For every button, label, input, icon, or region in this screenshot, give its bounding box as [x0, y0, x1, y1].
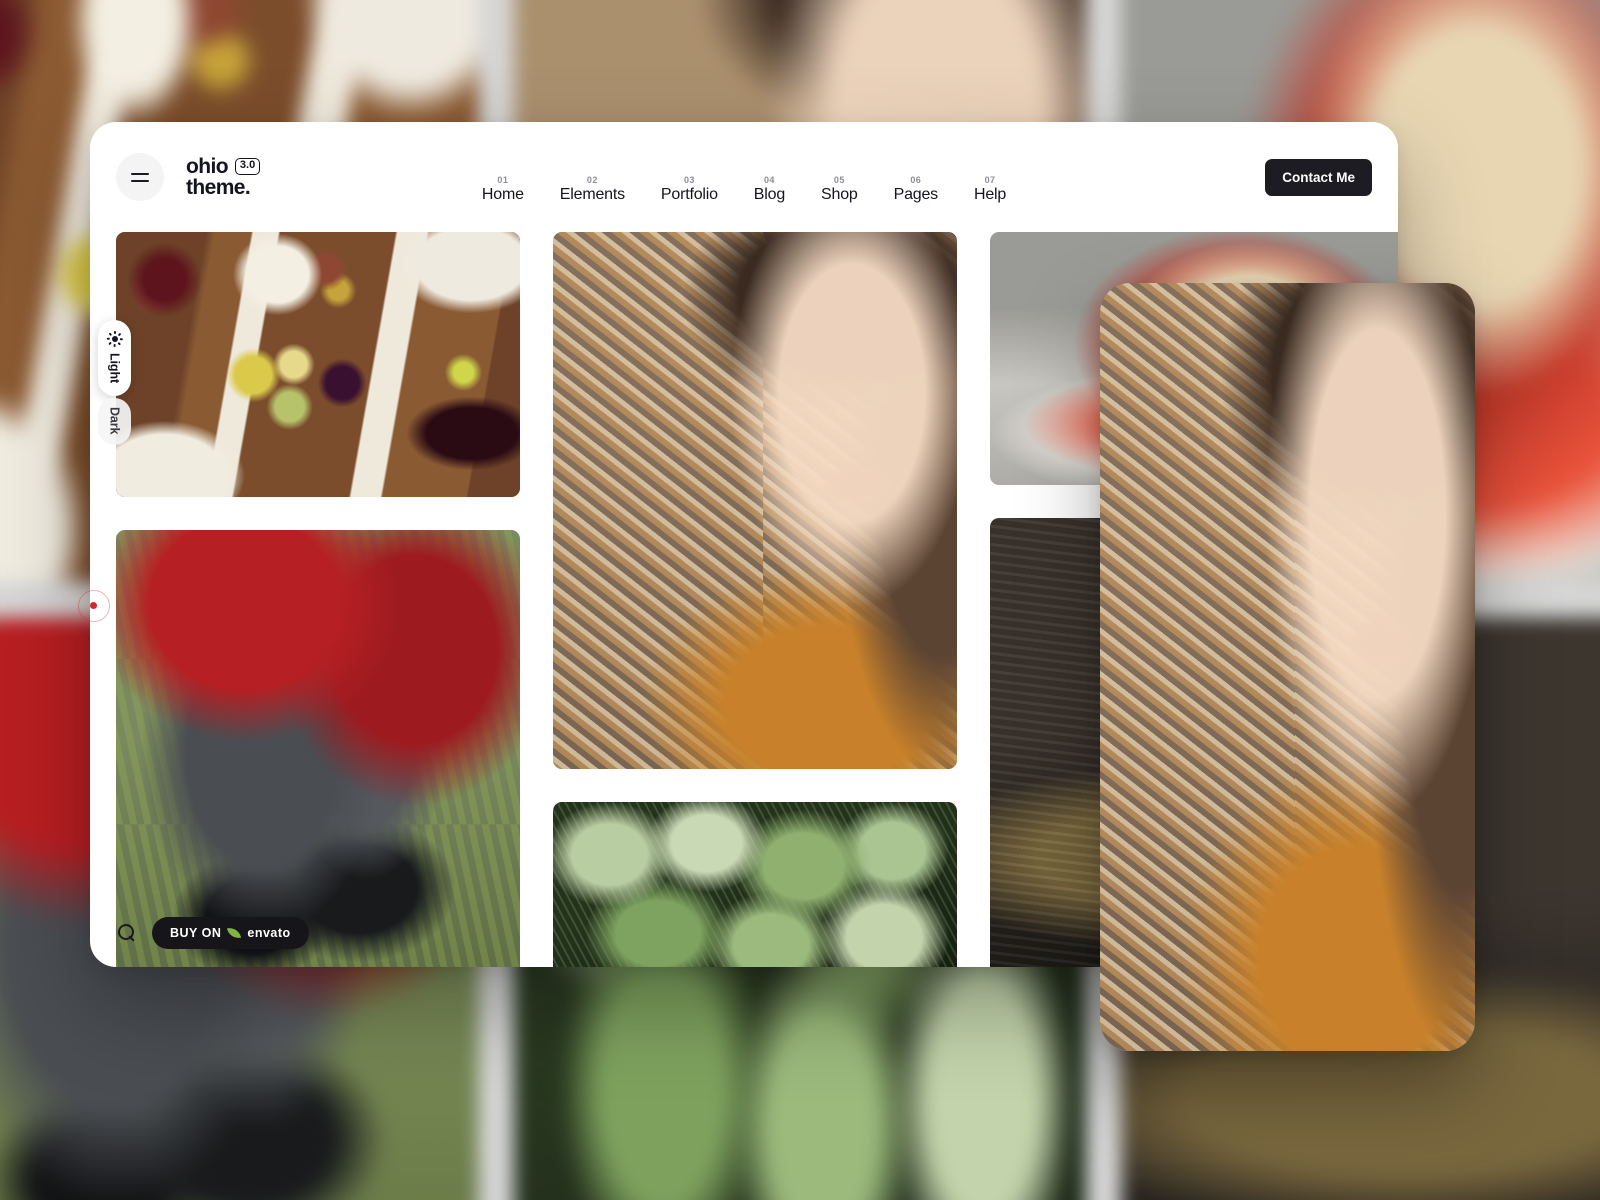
gallery-column-1 — [116, 232, 520, 967]
nav-item-shop[interactable]: 05 Shop — [821, 175, 858, 204]
logo-subword: theme. — [186, 176, 251, 199]
nav-item-help[interactable]: 07 Help — [974, 175, 1006, 204]
nav-label: Home — [481, 186, 524, 203]
nav-number: 05 — [833, 175, 845, 185]
tablet-header: ohio 3.0 theme. 01 Home 02 Elements 03 P… — [90, 122, 1398, 232]
cursor-pointer-dot — [78, 590, 110, 622]
gallery-item-green-leaves[interactable] — [553, 802, 957, 967]
gallery-item-woman-with-fern[interactable] — [553, 232, 957, 769]
screenshot-stage: ohio 3.0 theme. 01 Home 02 Elements 03 P… — [0, 0, 1600, 1200]
buy-on-label: BUY ON — [170, 926, 222, 940]
buy-on-envato-button[interactable]: BUY ON envato — [152, 917, 309, 949]
envato-brand-label: envato — [247, 926, 291, 940]
theme-dark-label: Dark — [107, 407, 122, 435]
nav-item-home[interactable]: 01 Home — [482, 175, 524, 204]
nav-number: 03 — [683, 175, 695, 185]
gallery-column-2 — [553, 232, 957, 967]
theme-light-label: Light — [107, 353, 122, 384]
search-icon[interactable] — [118, 924, 136, 942]
gallery-item-woman-with-fern[interactable] — [1100, 283, 1475, 1051]
logo-version-badge: 3.0 — [234, 157, 261, 175]
nav-item-elements[interactable]: 02 Elements — [560, 175, 625, 204]
nav-label: Portfolio — [660, 186, 718, 203]
nav-item-pages[interactable]: 06 Pages — [893, 175, 939, 204]
nav-number: 04 — [764, 175, 775, 185]
nav-label: Shop — [821, 186, 858, 203]
site-logo[interactable]: ohio 3.0 theme. — [186, 154, 261, 199]
nav-item-portfolio[interactable]: 03 Portfolio — [661, 175, 718, 204]
mobile-device-mockup: ohio 3.0 theme. Contact Me — [1100, 283, 1475, 1051]
theme-option-light[interactable]: Light — [98, 320, 131, 397]
envato-leaf-icon — [227, 925, 242, 941]
nav-label: Pages — [893, 186, 939, 203]
main-navigation: 01 Home 02 Elements 03 Portfolio 04 Blog… — [482, 175, 1006, 204]
nav-number: 07 — [984, 175, 996, 185]
tablet-bottom-bar: BUY ON envato — [118, 917, 309, 949]
nav-label: Elements — [559, 186, 625, 203]
nav-label: Blog — [753, 186, 786, 203]
gallery-item-red-sweater-boots[interactable] — [116, 530, 520, 967]
hamburger-icon[interactable] — [116, 153, 164, 201]
contact-me-button[interactable]: Contact Me — [1265, 158, 1372, 196]
nav-item-blog[interactable]: 04 Blog — [754, 175, 785, 204]
nav-number: 01 — [497, 175, 509, 185]
nav-number: 02 — [586, 175, 598, 185]
nav-label: Help — [973, 186, 1007, 203]
gallery-item-charcuterie-board[interactable] — [116, 232, 520, 497]
theme-option-dark[interactable]: Dark — [98, 398, 131, 446]
mobile-gallery — [1100, 283, 1475, 1051]
nav-number: 06 — [910, 175, 922, 185]
logo-word: ohio — [186, 154, 229, 178]
sun-icon — [106, 330, 123, 347]
theme-switcher: Light Dark — [98, 320, 131, 446]
